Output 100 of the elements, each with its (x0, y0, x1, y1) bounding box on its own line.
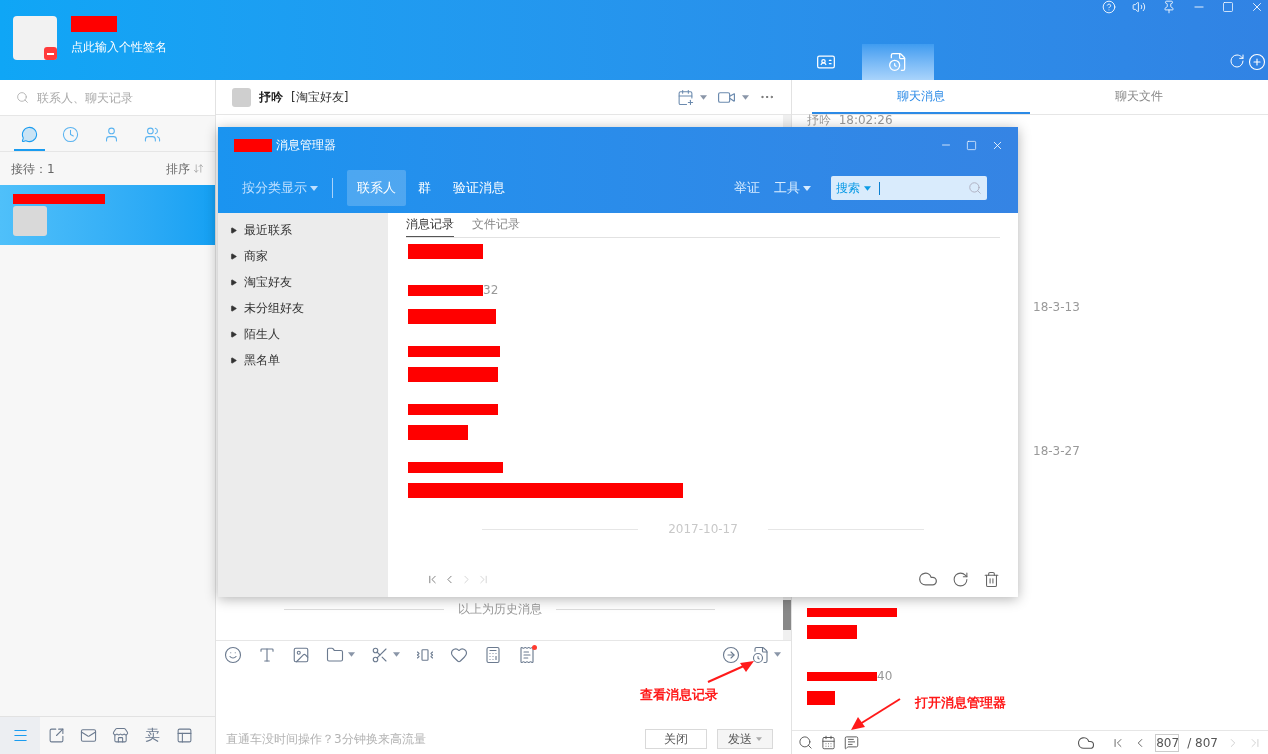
annotation-arrow (706, 660, 756, 684)
transfer-icon[interactable] (722, 645, 740, 664)
calculator-icon[interactable] (484, 645, 502, 664)
contact-group-item[interactable]: 淘宝好友 (218, 269, 388, 295)
maximize-icon[interactable] (1222, 1, 1234, 13)
sort-label[interactable]: 排序 (166, 159, 190, 178)
record-tab[interactable]: 文件记录 (472, 212, 520, 237)
redaction-bar (71, 16, 117, 32)
clock-icon[interactable] (62, 125, 79, 143)
mail-icon[interactable] (79, 727, 97, 744)
toolbar-button[interactable] (326, 645, 355, 664)
menu-icon[interactable] (11, 727, 29, 744)
contact-avatar-placeholder (232, 87, 251, 107)
contact-group-item[interactable]: 未分组好友 (218, 295, 388, 321)
expand-triangle-icon (230, 330, 237, 338)
send-button[interactable]: 发送 (717, 729, 773, 749)
record-tab[interactable]: 消息记录 (406, 212, 454, 237)
scissors-icon[interactable] (371, 645, 389, 664)
message-sender-time: 抒吟 18:02:26 (807, 115, 894, 126)
date-label: 18-3-27 (1033, 443, 1081, 460)
sell-tab[interactable]: 卖 (136, 716, 168, 754)
caret-icon (742, 94, 749, 100)
dialog-nav-tab[interactable]: 群 (408, 170, 441, 206)
folder-icon[interactable] (326, 645, 344, 664)
panel-icon[interactable] (175, 727, 193, 744)
history-tab[interactable]: 聊天文件 (1030, 80, 1248, 114)
add-icon[interactable] (1248, 53, 1266, 71)
trash-icon[interactable] (983, 570, 1000, 588)
caret-icon (310, 185, 318, 191)
redaction-bar (408, 425, 468, 440)
search-field[interactable]: 联系人、聊天记录 (0, 80, 215, 116)
toolbar-button[interactable] (752, 645, 781, 664)
chat-bubble-icon[interactable] (21, 125, 38, 143)
caret-icon (803, 185, 811, 191)
contact-group-item[interactable]: 黑名单 (218, 347, 388, 373)
sort-icon[interactable] (193, 163, 204, 174)
pin-icon[interactable] (1162, 0, 1176, 14)
promo-text[interactable]: 直通车没时间操作？3分钟换来高流量 (226, 730, 426, 748)
caret-icon (864, 185, 871, 191)
search-field[interactable]: 搜索 (831, 176, 987, 200)
task-icon[interactable] (677, 88, 694, 106)
contact-avatar-placeholder (13, 206, 47, 236)
signature-text[interactable]: 点此输入个性签名 (71, 38, 167, 56)
avatar-placeholder[interactable] (13, 16, 57, 60)
caret-icon (700, 94, 707, 100)
status-badge-icon (44, 47, 57, 60)
toolbar-button[interactable] (371, 645, 400, 664)
date-label: 18-3-13 (1033, 299, 1081, 316)
search-input[interactable]: 联系人、聊天记录 (37, 88, 187, 107)
expand-triangle-icon (230, 226, 237, 234)
reception-count: 接待：1 (11, 160, 55, 178)
heart-icon[interactable] (450, 645, 468, 664)
contact-group: [淘宝好友] (291, 88, 349, 106)
contact-group-item[interactable]: 陌生人 (218, 321, 388, 347)
refresh-icon[interactable] (952, 570, 969, 588)
nav-tab[interactable] (0, 716, 40, 754)
report-link[interactable]: 举证 (734, 178, 760, 198)
calendar-icon[interactable] (821, 735, 836, 750)
dialog-title: 消息管理器 (276, 137, 336, 154)
redaction-bar (807, 691, 835, 705)
image-icon[interactable] (292, 645, 310, 664)
conversation-item[interactable] (0, 185, 215, 245)
annotation-text: 打开消息管理器 (915, 694, 1006, 712)
close-icon[interactable] (1250, 0, 1264, 14)
caret-icon (756, 737, 762, 741)
annotation-arrow (848, 697, 902, 731)
redaction-bar (807, 671, 877, 681)
tools-dropdown[interactable]: 工具 (774, 178, 811, 198)
message-time-fragment: 32 (483, 282, 499, 299)
annotation-text: 查看消息记录 (640, 686, 718, 704)
contact-group-item[interactable]: 商家 (218, 243, 388, 269)
coupon-icon[interactable] (518, 645, 536, 664)
category-dropdown[interactable]: 按分类显示 (242, 178, 318, 198)
history-tab[interactable]: 聊天消息 (812, 80, 1030, 114)
history-icon[interactable] (888, 52, 908, 72)
contact-group-item[interactable]: 最近联系 (218, 217, 388, 243)
expand-triangle-icon (230, 278, 237, 286)
dialog-nav-tab[interactable]: 验证消息 (443, 170, 515, 206)
search-icon[interactable] (798, 735, 813, 750)
search-scope[interactable]: 搜索 (836, 179, 860, 197)
contact-name: 抒吟 (259, 89, 283, 106)
font-icon[interactable] (258, 645, 276, 664)
panel-tab[interactable] (862, 44, 934, 80)
share-icon[interactable] (47, 727, 65, 744)
maximize-icon[interactable] (966, 139, 977, 151)
store-icon[interactable] (111, 727, 129, 744)
help-icon[interactable] (1102, 0, 1116, 14)
speaker-icon[interactable] (1132, 0, 1146, 14)
close-button[interactable]: 关闭 (645, 729, 707, 749)
smile-icon[interactable] (224, 645, 242, 664)
search-icon (16, 91, 29, 104)
dialog-nav-tab[interactable]: 联系人 (347, 170, 406, 206)
expand-triangle-icon (230, 304, 237, 312)
history-icon[interactable] (752, 645, 770, 664)
message-manager-icon[interactable] (844, 735, 859, 750)
page-field[interactable]: 807 (1155, 733, 1180, 752)
page-total: / 807 (1187, 734, 1218, 752)
people-icon[interactable] (144, 125, 161, 143)
person-icon[interactable] (103, 125, 120, 143)
refresh-icon[interactable] (1229, 53, 1245, 69)
